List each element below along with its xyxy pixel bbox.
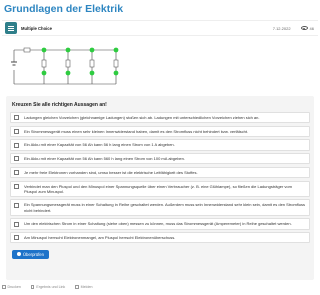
checkbox[interactable]	[14, 221, 19, 227]
option-4[interactable]: Ein Akku mit einer Kapazität von 56 Ah k…	[10, 153, 310, 165]
circuit-diagram	[11, 47, 119, 85]
node-icon	[65, 70, 71, 76]
option-2[interactable]: Ein Strommessgerät muss einen sehr klein…	[10, 125, 310, 137]
list-icon	[5, 22, 17, 34]
node-icon	[41, 70, 47, 76]
check-button-label: Überprüfen	[23, 251, 44, 257]
checkbox[interactable]	[14, 235, 19, 241]
question-title: Kreuzen Sie alle richtigen Aussagen an!	[12, 102, 107, 108]
share-label: Ergebnis und Link	[36, 285, 66, 289]
option-text: Ein Spannungsmessgerät muss in einer Sch…	[24, 202, 306, 213]
option-5[interactable]: Je mehr freie Elektronen vorhanden sind,…	[10, 166, 310, 179]
resistor-icon	[65, 59, 71, 68]
option-text: Je mehr freie Elektronen vorhanden sind,…	[24, 169, 198, 175]
node-icon	[41, 47, 47, 53]
report-link[interactable]: Melden	[75, 285, 92, 289]
footer: Drucken Ergebnis und Link Melden	[2, 285, 318, 289]
option-1[interactable]: Ladungen gleichen Vorzeichen (gleichnami…	[10, 112, 310, 124]
link-icon	[30, 285, 35, 289]
date-label: 7.12.2022	[272, 25, 291, 31]
option-text: Ladungen gleichen Vorzeichen (gleichnami…	[24, 115, 260, 120]
option-text: Verbindet man den Pluspol und den Minusp…	[24, 183, 292, 194]
view-count: 46	[309, 25, 314, 31]
check-button[interactable]: Überprüfen	[12, 249, 49, 259]
checkbox[interactable]	[14, 142, 19, 148]
node-icon	[113, 70, 119, 76]
node-icon	[113, 47, 119, 53]
node-icon	[89, 47, 95, 53]
checkbox[interactable]	[14, 183, 19, 189]
resistor-icon	[23, 47, 31, 53]
checkbox[interactable]	[14, 156, 19, 162]
checkbox[interactable]	[14, 170, 19, 175]
option-7[interactable]: Ein Spannungsmessgerät muss in einer Sch…	[10, 199, 310, 216]
option-6[interactable]: Verbindet man den Pluspol und den Minusp…	[10, 180, 310, 197]
print-icon	[2, 285, 6, 289]
option-3[interactable]: Ein Akku mit einer Kapazität von 56 Ah k…	[10, 139, 310, 151]
flag-icon	[75, 285, 79, 289]
checkbox[interactable]	[14, 202, 19, 208]
page-title: Grundlagen der Elektrik	[4, 3, 124, 15]
check-icon	[17, 252, 21, 257]
option-text: Ein Akku mit einer Kapazität von 56 Ah k…	[24, 156, 185, 162]
option-text: Ein Strommessgerät muss einen sehr klein…	[24, 128, 249, 134]
resistor-icon	[41, 59, 47, 68]
option-text: Um den elektrischen Strom in einer Schal…	[24, 221, 292, 227]
option-9[interactable]: Am Minuspol herrscht Elektronenmangel, a…	[10, 232, 310, 244]
node-icon	[65, 47, 71, 53]
question-panel: Kreuzen Sie alle richtigen Aussagen an! …	[6, 96, 314, 280]
exercise-type-label: Multiple Choice	[21, 25, 52, 31]
resistor-icon	[89, 59, 95, 68]
checkbox[interactable]	[14, 115, 19, 121]
option-list: Ladungen gleichen Vorzeichen (gleichnami…	[10, 112, 310, 244]
report-label: Melden	[80, 285, 93, 289]
meta-info: 7.12.2022 46	[273, 26, 314, 31]
option-8[interactable]: Um den elektrischen Strom in einer Schal…	[10, 218, 310, 230]
node-icon	[89, 70, 95, 76]
checkbox[interactable]	[14, 128, 19, 134]
meta-bar: Multiple Choice 7.12.2022 46	[2, 20, 318, 36]
print-label: Drucken	[7, 285, 21, 289]
option-text: Ein Akku mit einer Kapazität von 56 Ah k…	[24, 142, 175, 148]
eye-icon	[300, 26, 308, 30]
option-text: Am Minuspol herrscht Elektronenmangel, a…	[24, 235, 176, 241]
resistor-icon	[113, 59, 119, 68]
share-link[interactable]: Ergebnis und Link	[30, 285, 66, 289]
print-link[interactable]: Drucken	[2, 285, 21, 289]
